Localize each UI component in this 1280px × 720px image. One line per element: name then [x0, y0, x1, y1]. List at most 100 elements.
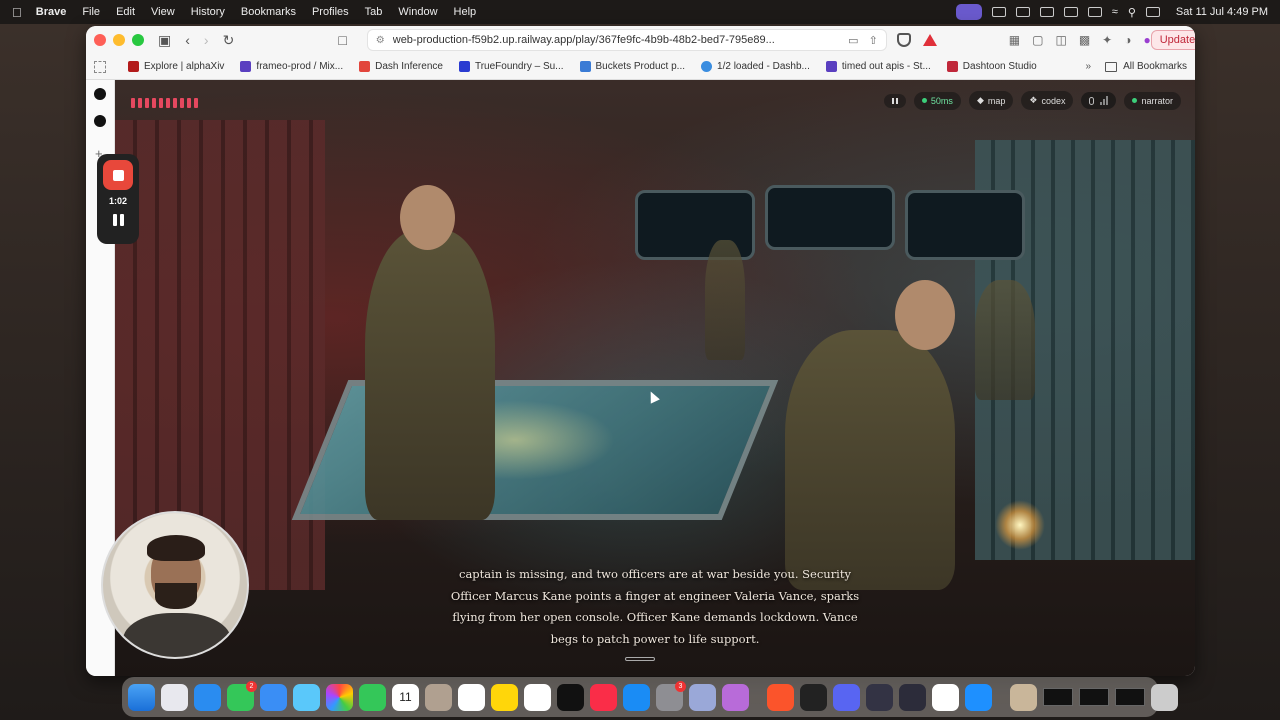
bookmark-icon[interactable]: □ — [338, 32, 346, 48]
bookmark-item[interactable]: TrueFoundry – Su... — [458, 61, 564, 72]
recent-app-icon[interactable] — [1010, 683, 1037, 711]
maps-icon[interactable] — [293, 683, 320, 711]
wallet-icon[interactable]: ▩ — [1079, 33, 1090, 47]
minimized-window-thumbnail[interactable] — [1115, 688, 1145, 706]
menu-view[interactable]: View — [151, 6, 175, 18]
back-arrow-icon[interactable]: ‹ — [185, 32, 190, 48]
menu-app-name[interactable]: Brave — [36, 6, 67, 18]
reminders-icon[interactable] — [458, 683, 485, 711]
menubar-app-icon[interactable] — [1063, 7, 1078, 17]
stop-recording-button[interactable] — [103, 160, 133, 190]
pause-button[interactable] — [883, 93, 906, 108]
drawer-handle[interactable] — [625, 657, 655, 661]
menu-history[interactable]: History — [191, 6, 225, 18]
facetime-icon[interactable] — [359, 683, 386, 711]
screen-record-status-icon[interactable] — [955, 4, 982, 20]
menu-help[interactable]: Help — [454, 6, 477, 18]
music-icon[interactable] — [590, 683, 617, 711]
app-store-icon[interactable] — [623, 683, 650, 711]
menubar-bars-icon[interactable] — [1039, 7, 1054, 17]
narrator-toggle[interactable]: narrator — [1124, 91, 1181, 110]
menu-bookmarks[interactable]: Bookmarks — [241, 6, 296, 18]
all-bookmarks-button[interactable]: All Bookmarks — [1105, 61, 1187, 72]
terminal-icon[interactable] — [800, 683, 827, 711]
vpn-icon[interactable]: ◑ — [1124, 33, 1131, 47]
audio-meter-icon[interactable] — [899, 683, 926, 711]
share-icon[interactable]: ⇧ — [869, 34, 878, 47]
database-icon[interactable] — [866, 683, 893, 711]
bookmark-item[interactable]: Dashtoon Studio — [946, 61, 1037, 72]
webcam-bubble[interactable] — [101, 511, 249, 659]
forward-arrow-icon[interactable]: › — [204, 32, 209, 48]
map-button[interactable]: ◆ map — [968, 91, 1014, 110]
finder-icon[interactable] — [128, 683, 155, 711]
microphone-button[interactable] — [1081, 92, 1117, 109]
sidebar-toggle-icon[interactable]: ▣ — [158, 32, 171, 49]
minimized-window-thumbnail[interactable] — [1079, 688, 1109, 706]
reload-icon[interactable]: ↻ — [223, 32, 235, 49]
menu-profiles[interactable]: Profiles — [312, 6, 349, 18]
menu-window[interactable]: Window — [398, 6, 437, 18]
update-button[interactable]: Update — [1150, 30, 1195, 50]
codex-button[interactable]: ❖ codex — [1021, 91, 1074, 110]
apple-menu-icon[interactable]:  — [12, 5, 22, 20]
more-bookmarks-chevron-icon[interactable]: » — [1086, 61, 1092, 72]
safari-icon[interactable] — [194, 683, 221, 711]
bookmark-item[interactable]: frameo-prod / Mix... — [240, 61, 343, 72]
pause-recording-button[interactable] — [112, 214, 124, 226]
bookmark-item[interactable]: Buckets Product p... — [579, 61, 685, 72]
zoom-window-button[interactable] — [132, 34, 144, 46]
leo-ai-icon[interactable]: ✦ — [1102, 33, 1112, 47]
brave-browser-icon[interactable] — [767, 683, 794, 711]
menu-edit[interactable]: Edit — [116, 6, 135, 18]
settings-badge: 3 — [675, 680, 686, 692]
bookmark-item[interactable]: timed out apis - St... — [825, 61, 931, 72]
site-info-icon[interactable]: ⚙ — [376, 35, 385, 46]
apps-grid-icon[interactable] — [94, 60, 106, 73]
minimize-window-button[interactable] — [113, 34, 125, 46]
wifi-icon[interactable]: ≈ — [1112, 6, 1118, 18]
freeform-icon[interactable] — [524, 683, 551, 711]
bookmark-item[interactable]: Explore | alphaXiv — [128, 61, 224, 72]
cast-icon[interactable]: ▭ — [848, 34, 858, 47]
sidebar-panel-icon[interactable]: ◫ — [1055, 33, 1066, 47]
battery-icon[interactable] — [1087, 7, 1102, 17]
messages-icon[interactable]: 2 — [227, 680, 257, 711]
search-icon[interactable]: ⚲ — [1128, 6, 1136, 19]
system-settings-icon[interactable]: 3 — [656, 680, 686, 711]
close-window-button[interactable] — [94, 34, 106, 46]
mail-icon[interactable] — [260, 683, 287, 711]
brave-rewards-icon[interactable] — [922, 34, 937, 46]
iphone-mirroring-icon[interactable] — [689, 683, 716, 711]
menubar-extra-icon[interactable] — [991, 7, 1006, 17]
sidebar-brave-icon[interactable] — [94, 88, 106, 100]
url-text[interactable]: web-production-f59b2.up.railway.app/play… — [393, 34, 840, 46]
menu-file[interactable]: File — [82, 6, 100, 18]
address-bar[interactable]: ⚙ web-production-f59b2.up.railway.app/pl… — [366, 29, 887, 51]
contacts-icon[interactable] — [425, 683, 452, 711]
menubar-grid-icon[interactable] — [1015, 7, 1030, 17]
profile-avatar-icon[interactable]: ● — [1143, 33, 1150, 47]
github-icon[interactable] — [94, 115, 106, 127]
launchpad-icon[interactable] — [161, 683, 188, 711]
quicktime-icon[interactable] — [965, 683, 992, 711]
trash-icon[interactable] — [1151, 683, 1178, 711]
extensions-icon[interactable]: ▦ — [1009, 33, 1020, 47]
menu-tab[interactable]: Tab — [365, 6, 383, 18]
minimized-window-thumbnail[interactable] — [1043, 688, 1073, 706]
menubar-datetime[interactable]: Sat 11 Jul 4:49 PM — [1176, 6, 1268, 18]
photos-icon[interactable] — [326, 683, 353, 711]
game-scene[interactable]: 50ms ◆ map ❖ codex narrator captain is mis… — [115, 80, 1195, 676]
bookmark-item[interactable]: 1/2 loaded - Dashb... — [701, 61, 810, 72]
apple-tv-icon[interactable] — [557, 683, 584, 711]
slack-icon[interactable] — [932, 683, 959, 711]
calendar-icon[interactable]: 11 — [392, 683, 419, 711]
notes-icon[interactable] — [491, 683, 518, 711]
brave-shields-icon[interactable] — [896, 33, 911, 47]
screenshot-icon[interactable]: ▢ — [1032, 33, 1043, 47]
bookmark-item[interactable]: Dash Inference — [359, 61, 443, 72]
discord-icon[interactable] — [833, 683, 860, 711]
bookmark-label: timed out apis - St... — [841, 61, 931, 72]
feedback-icon[interactable] — [722, 683, 749, 711]
control-center-icon[interactable] — [1145, 7, 1160, 17]
